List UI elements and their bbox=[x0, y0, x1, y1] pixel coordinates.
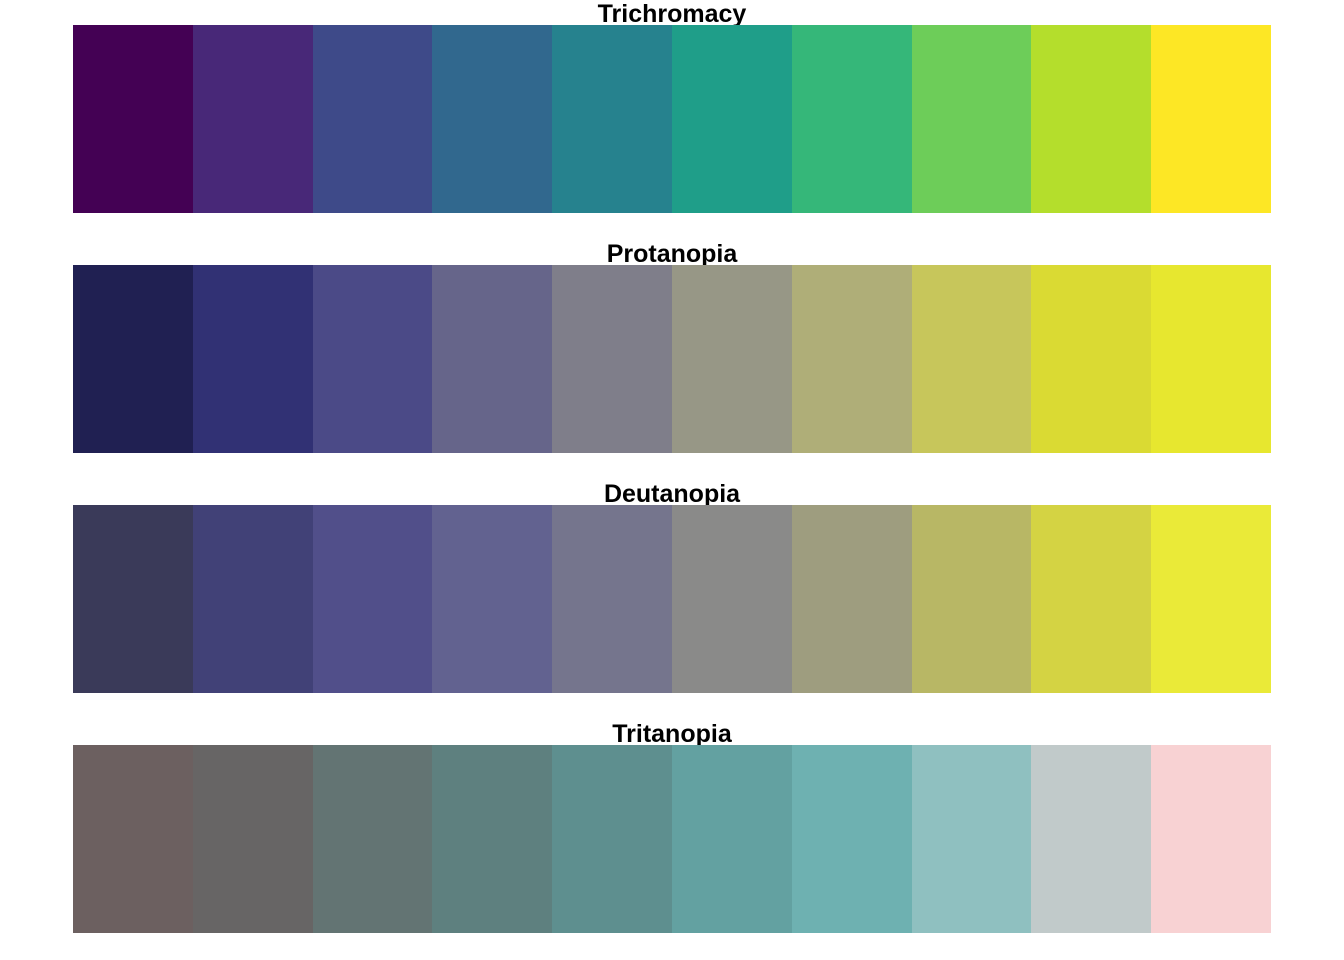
palette-panel: Tritanopia bbox=[73, 720, 1271, 948]
color-swatch bbox=[312, 745, 433, 933]
color-swatch bbox=[1151, 745, 1271, 933]
color-swatch bbox=[192, 505, 313, 693]
swatch-row bbox=[73, 505, 1271, 693]
color-swatch bbox=[1031, 745, 1152, 933]
palette-title: Protanopia bbox=[606, 240, 738, 268]
color-swatch bbox=[791, 505, 912, 693]
color-swatch bbox=[1031, 265, 1152, 453]
color-swatch bbox=[791, 745, 912, 933]
palette-panel: Protanopia bbox=[73, 240, 1271, 468]
color-swatch bbox=[73, 25, 193, 213]
color-swatch bbox=[73, 265, 193, 453]
swatch-row bbox=[73, 265, 1271, 453]
color-swatch bbox=[791, 265, 912, 453]
palette-title: Tritanopia bbox=[612, 720, 732, 748]
color-swatch bbox=[911, 505, 1032, 693]
palette-comparison: Trichromacy Protanopia Deutanopia Tritanopi… bbox=[0, 0, 1344, 960]
color-swatch bbox=[552, 25, 672, 213]
color-swatch bbox=[432, 505, 553, 693]
color-swatch bbox=[73, 505, 193, 693]
palette-title: Trichromacy bbox=[597, 0, 747, 28]
color-swatch bbox=[791, 25, 912, 213]
color-swatch bbox=[911, 745, 1032, 933]
color-swatch bbox=[671, 265, 792, 453]
color-swatch bbox=[432, 265, 553, 453]
color-swatch bbox=[671, 745, 792, 933]
color-swatch bbox=[312, 265, 433, 453]
color-swatch bbox=[1151, 25, 1271, 213]
color-swatch bbox=[312, 25, 433, 213]
color-swatch bbox=[432, 25, 553, 213]
color-swatch bbox=[911, 265, 1032, 453]
color-swatch bbox=[192, 25, 313, 213]
color-swatch bbox=[671, 25, 792, 213]
palette-panel: Trichromacy bbox=[73, 0, 1271, 228]
palette-panel: Deutanopia bbox=[73, 480, 1271, 708]
color-swatch bbox=[192, 745, 313, 933]
color-swatch bbox=[1031, 505, 1152, 693]
color-swatch bbox=[1151, 265, 1271, 453]
color-swatch bbox=[552, 505, 672, 693]
color-swatch bbox=[911, 25, 1032, 213]
color-swatch bbox=[192, 265, 313, 453]
color-swatch bbox=[671, 505, 792, 693]
color-swatch bbox=[1031, 25, 1152, 213]
color-swatch bbox=[552, 745, 672, 933]
color-swatch bbox=[73, 745, 193, 933]
swatch-row bbox=[73, 25, 1271, 213]
palette-title: Deutanopia bbox=[603, 480, 741, 508]
color-swatch bbox=[312, 505, 433, 693]
swatch-row bbox=[73, 745, 1271, 933]
color-swatch bbox=[432, 745, 553, 933]
color-swatch bbox=[1151, 505, 1271, 693]
color-swatch bbox=[552, 265, 672, 453]
